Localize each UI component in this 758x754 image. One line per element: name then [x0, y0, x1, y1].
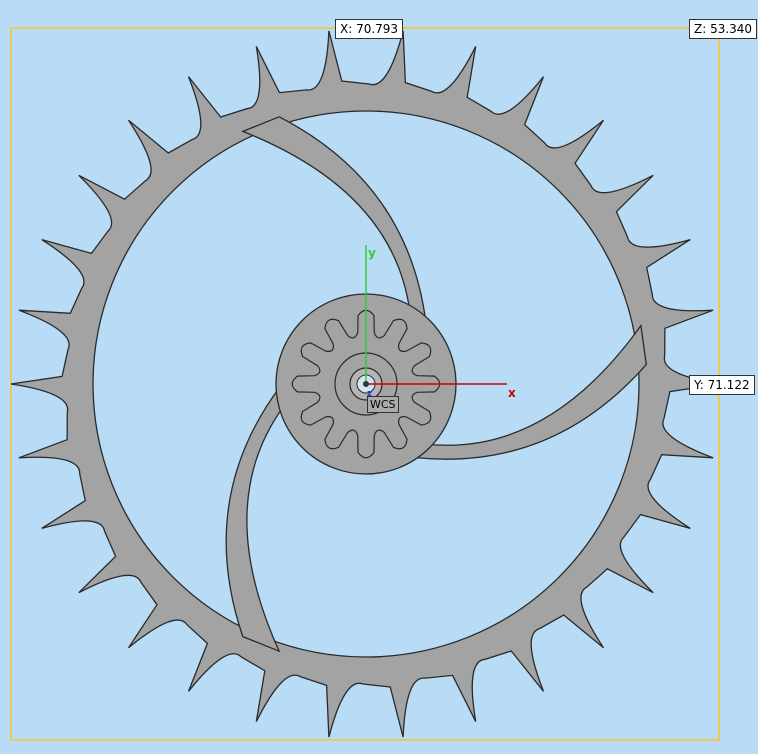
cad-viewport[interactable]: y x z WCS X: 70.793 Z: 53.340 Y: 71.122 [0, 0, 758, 754]
wheel-spoke[interactable] [225, 383, 285, 653]
wheel-spoke[interactable] [241, 116, 427, 326]
x-dimension-label: X: 70.793 [335, 19, 404, 39]
y-axis-label: y [368, 246, 376, 260]
model-view[interactable]: y x z [0, 0, 758, 754]
wcs-label: WCS [367, 396, 399, 413]
y-dimension-label: Y: 71.122 [689, 375, 755, 395]
x-axis-label: x [508, 386, 516, 400]
z-dimension-label: Z: 53.340 [689, 19, 758, 39]
origin-marker [363, 381, 369, 387]
